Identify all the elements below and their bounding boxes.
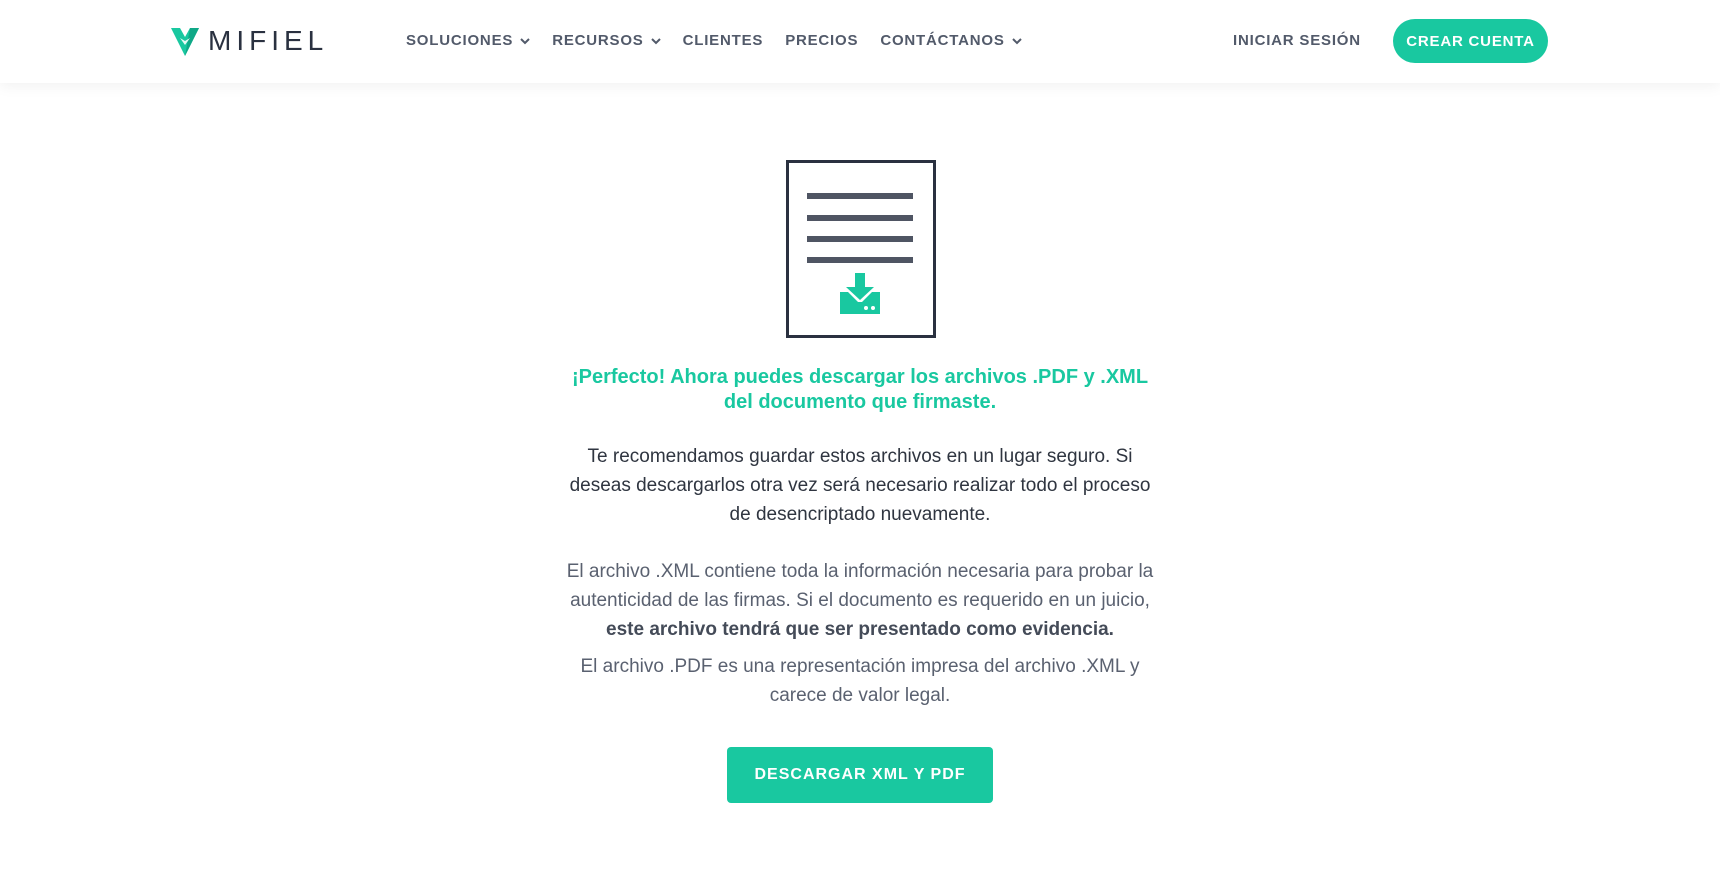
xml-evidence-strong: este archivo tendrá que ser presentado c… xyxy=(606,619,1114,640)
main-nav: SOLUCIONES RECURSOS CLIENTES PRECIOS CON… xyxy=(406,30,1044,52)
brand-logo[interactable]: MIFIEL xyxy=(171,26,328,56)
chevron-down-icon xyxy=(650,37,661,44)
chevron-down-icon xyxy=(1011,37,1022,44)
nav-item-precios[interactable]: PRECIOS xyxy=(785,30,858,52)
xml-info-intro: El archivo .XML contiene toda la informa… xyxy=(566,561,1154,611)
nav-item-label: SOLUCIONES xyxy=(406,32,514,49)
chevron-down-icon xyxy=(520,37,530,44)
nav-item-label: CONTÁCTANOS xyxy=(880,32,1005,49)
storage-recommendation-text: Te recomendamos guardar estos archivos e… xyxy=(569,446,1151,525)
success-headline: ¡Perfecto! Ahora puedes descargar los ar… xyxy=(571,366,1149,413)
nav-item-clientes[interactable]: CLIENTES xyxy=(683,30,764,52)
nav-item-label: RECURSOS xyxy=(552,32,644,49)
site-header: MIFIEL SOLUCIONES RECURSOS CLIENTES PREC… xyxy=(0,0,1720,83)
signup-button[interactable]: CREAR CUENTA xyxy=(1393,19,1548,63)
download-xml-pdf-button[interactable]: DESCARGAR XML Y PDF xyxy=(727,747,993,803)
xml-info-text: El archivo .XML contiene toda la informa… xyxy=(560,557,1160,644)
nav-item-soluciones[interactable]: SOLUCIONES xyxy=(406,30,530,52)
nav-item-contactanos[interactable]: CONTÁCTANOS xyxy=(880,30,1022,52)
mifiel-logo-icon xyxy=(171,28,199,56)
nav-item-label: CLIENTES xyxy=(682,32,764,49)
brand-name: MIFIEL xyxy=(208,25,329,56)
document-download-icon xyxy=(786,160,936,338)
login-link[interactable]: INICIAR SESIÓN xyxy=(1233,30,1361,52)
pdf-info-text: El archivo .PDF es una representación im… xyxy=(580,656,1140,706)
nav-item-label: PRECIOS xyxy=(785,32,859,49)
nav-item-recursos[interactable]: RECURSOS xyxy=(552,30,661,52)
